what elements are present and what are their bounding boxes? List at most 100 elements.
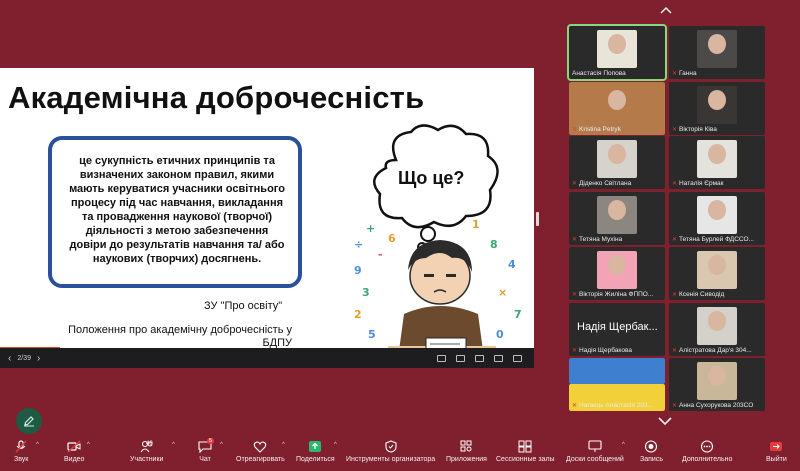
leave-button[interactable]: Выйти bbox=[766, 440, 787, 463]
heart-icon bbox=[254, 441, 267, 453]
fullscreen-icon[interactable] bbox=[513, 354, 522, 362]
host-tools-button[interactable]: Инструменты организатора bbox=[346, 440, 435, 463]
audio-button[interactable]: Звук bbox=[14, 440, 28, 463]
audio-options-chevron-icon[interactable]: ^ bbox=[36, 442, 39, 448]
slide-tools bbox=[437, 354, 522, 362]
grid-view-icon[interactable] bbox=[437, 354, 446, 362]
mic-muted-icon: ✕ bbox=[572, 181, 578, 187]
fit-screen-icon[interactable] bbox=[494, 354, 503, 362]
participant-tile[interactable]: ✕ Kristina Petryk bbox=[569, 82, 665, 135]
avatar bbox=[608, 200, 626, 220]
shared-slide: Академічна доброчесність це сукупність е… bbox=[0, 68, 534, 368]
participant-tile[interactable]: ✕ Діденко Світлана bbox=[569, 136, 665, 189]
slide-settings-icon[interactable] bbox=[475, 354, 484, 362]
participant-tile[interactable]: ✕ Ксенія Сиводід bbox=[669, 247, 765, 300]
video-button[interactable]: Видео bbox=[64, 440, 84, 463]
mic-muted-icon: ✕ bbox=[672, 71, 678, 77]
react-button[interactable]: Отреагировать bbox=[236, 440, 285, 463]
mic-muted-icon: ✕ bbox=[572, 403, 578, 409]
breakout-rooms-button[interactable]: Сессионные залы bbox=[496, 440, 555, 463]
chevron-down-icon[interactable] bbox=[658, 416, 672, 426]
svg-text:9: 9 bbox=[354, 264, 362, 277]
mic-muted-icon: ✕ bbox=[672, 181, 678, 187]
participant-name: ✕ Вікторія Ківа bbox=[672, 126, 717, 133]
svg-text:-: - bbox=[378, 248, 383, 261]
share-button[interactable]: Поделиться bbox=[296, 440, 335, 463]
pencil-icon bbox=[24, 416, 34, 427]
participant-name: ✕ Ксенія Сиводід bbox=[672, 291, 725, 298]
avatar bbox=[708, 311, 726, 331]
participant-tile[interactable]: ✕ Тетяна Мухіна bbox=[569, 192, 665, 245]
participant-name: ✕ Тетяна Мухіна bbox=[572, 236, 623, 243]
next-slide-icon[interactable]: › bbox=[37, 353, 40, 364]
subtitles-icon[interactable] bbox=[456, 354, 465, 362]
cloud-question: Що це? bbox=[398, 168, 465, 188]
avatar bbox=[608, 34, 626, 54]
avatar bbox=[608, 90, 626, 110]
meeting-toolbar: Звук ^ Видео ^ 40 Участники ^ 5 Чат ^ От… bbox=[0, 436, 800, 471]
mic-muted-icon: ✕ bbox=[672, 237, 678, 243]
definition-box: це сукупність етичних принципів та визна… bbox=[48, 136, 302, 288]
video-options-chevron-icon[interactable]: ^ bbox=[87, 442, 90, 448]
share-screen-icon bbox=[309, 441, 322, 452]
participant-name: ✕ Kristina Petryk bbox=[572, 126, 621, 133]
participant-tile[interactable]: ✕ Вікторія Жиліна ФППО... bbox=[569, 247, 665, 300]
participant-name: ✕ Надія Щербакова bbox=[572, 347, 632, 354]
resize-handle[interactable] bbox=[536, 212, 539, 226]
record-icon bbox=[645, 440, 658, 453]
chat-button[interactable]: 5 Чат bbox=[198, 438, 215, 463]
participant-tile[interactable]: ✕ Тетяна Бурлей ФДССО... bbox=[669, 192, 765, 245]
participant-name: ✕ Тетяна Бурлей ФДССО... bbox=[672, 236, 754, 243]
apps-button[interactable]: Приложения bbox=[446, 440, 487, 463]
participant-name: ✕ Алістратова Дар'я 304... bbox=[672, 347, 752, 354]
participant-name: ✕ Діденко Світлана bbox=[572, 180, 632, 187]
svg-text:×: × bbox=[498, 286, 507, 299]
avatar bbox=[708, 90, 726, 110]
more-button[interactable]: Дополнительно bbox=[682, 440, 732, 463]
whiteboards-options-chevron-icon[interactable]: ^ bbox=[622, 442, 625, 448]
mic-muted-icon: ✕ bbox=[672, 127, 678, 133]
avatar bbox=[708, 366, 726, 386]
participant-tile[interactable]: ✕ Вікторія Ківа bbox=[669, 82, 765, 135]
svg-text:1: 1 bbox=[472, 218, 480, 231]
svg-text:8: 8 bbox=[490, 238, 498, 251]
participants-button[interactable]: 40 Участники bbox=[130, 440, 163, 463]
participants-options-chevron-icon[interactable]: ^ bbox=[172, 442, 175, 448]
mic-muted-icon: ✕ bbox=[572, 237, 578, 243]
participant-tile[interactable]: Анастасія Попова bbox=[567, 24, 667, 81]
participant-name: Анастасія Попова bbox=[572, 70, 626, 77]
react-options-chevron-icon[interactable]: ^ bbox=[282, 442, 285, 448]
participant-tile[interactable]: Надія Щербак... ✕ Надія Щербакова bbox=[569, 303, 665, 356]
slide-title: Академічна доброчесність bbox=[8, 80, 425, 115]
previous-slide-icon[interactable]: ‹ bbox=[8, 353, 11, 364]
law-reference: ЗУ "Про освіту" bbox=[204, 300, 283, 312]
participant-tile[interactable]: ✕ Анна Сухорукова 203СО bbox=[669, 358, 765, 411]
share-options-chevron-icon[interactable]: ^ bbox=[334, 442, 337, 448]
mic-muted-icon: ✕ bbox=[572, 348, 578, 354]
record-button[interactable]: Запись bbox=[640, 440, 663, 463]
apps-grid-icon bbox=[460, 440, 472, 452]
participant-name: ✕ Наталія Єрмак bbox=[672, 180, 724, 187]
participant-tile[interactable]: ✕ Алістратова Дар'я 304... bbox=[669, 303, 765, 356]
breakout-rooms-icon bbox=[518, 440, 532, 453]
chat-options-chevron-icon[interactable]: ^ bbox=[220, 442, 223, 448]
participant-tile[interactable]: ✕ Нагаєць Анастасія 203... bbox=[569, 358, 665, 411]
avatar bbox=[708, 200, 726, 220]
svg-text:6: 6 bbox=[388, 232, 396, 245]
more-dots-icon bbox=[701, 440, 714, 453]
svg-text:0: 0 bbox=[496, 328, 504, 341]
thinking-student-illustration-icon: ÷ + 6 9 3 2 5 8 4 × 7 0 1 - bbox=[354, 218, 522, 368]
annotate-button[interactable] bbox=[16, 408, 42, 434]
participant-tile[interactable]: ✕ Наталія Єрмак bbox=[669, 136, 765, 189]
whiteboards-button[interactable]: Доски сообщений bbox=[566, 440, 624, 463]
mic-muted-icon: ✕ bbox=[572, 292, 578, 298]
participant-tile[interactable]: ✕ Ганна bbox=[669, 26, 765, 79]
svg-text:+: + bbox=[366, 222, 375, 235]
participants-count: 40 bbox=[146, 441, 153, 447]
chevron-up-icon[interactable] bbox=[660, 6, 672, 14]
participant-display-name: Надія Щербак... bbox=[577, 321, 658, 333]
whiteboard-icon bbox=[588, 440, 602, 452]
camera-off-icon bbox=[67, 440, 81, 453]
participant-name: ✕ Нагаєць Анастасія 203... bbox=[572, 402, 654, 409]
regulation-reference: Положення про академічну доброчесність у… bbox=[68, 324, 292, 349]
